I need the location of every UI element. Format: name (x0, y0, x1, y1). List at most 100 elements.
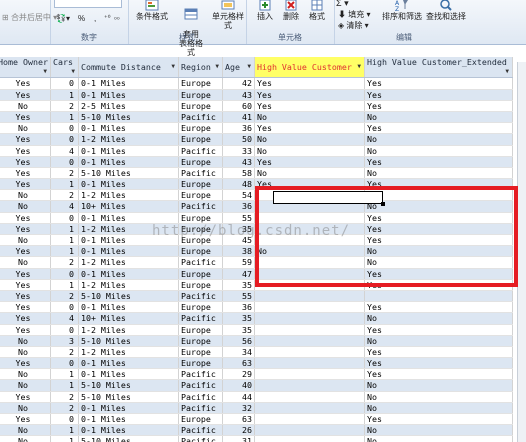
cell-age[interactable]: 44 (222, 391, 255, 403)
cell-high-value-customer-extended[interactable]: Yes (364, 324, 513, 336)
cell-region[interactable]: Pacific (178, 290, 223, 303)
filter-dropdown-icon[interactable]: ▼ (247, 62, 251, 72)
cell-high-value-customer-extended[interactable]: Yes (364, 234, 513, 247)
cell-home-owner[interactable]: Yes (0, 77, 51, 90)
cell-age[interactable]: 58 (222, 167, 255, 180)
cell-cars[interactable]: 1 (50, 279, 79, 291)
cell-home-owner[interactable]: No (0, 424, 51, 437)
cell-commute-distance[interactable]: 0-1 Miles (78, 234, 179, 247)
cell-age[interactable]: 43 (222, 156, 255, 168)
cell-age[interactable]: 35 (222, 324, 255, 336)
cell-age[interactable]: 42 (222, 77, 255, 90)
cell-cars[interactable]: 2 (50, 402, 79, 415)
cell-high-value-customer-extended[interactable]: Yes (364, 413, 513, 426)
cell-home-owner[interactable]: No (0, 335, 51, 347)
cell-commute-distance[interactable]: 1-2 Miles (78, 133, 179, 146)
cell-age[interactable]: 38 (222, 245, 255, 258)
cell-high-value-customer[interactable]: Yes (254, 89, 365, 101)
cell-region[interactable]: Pacific (178, 379, 223, 392)
cell-high-value-customer-extended[interactable] (364, 189, 513, 202)
cell-high-value-customer[interactable] (254, 402, 365, 415)
cell-cars[interactable]: 0 (50, 268, 79, 280)
cell-age[interactable]: 45 (222, 234, 255, 247)
cell-commute-distance[interactable]: 0-1 Miles (78, 156, 179, 168)
cell-home-owner[interactable]: No (0, 100, 51, 112)
cell-age[interactable]: 35 (222, 223, 255, 236)
cell-region[interactable]: Pacific (178, 435, 223, 442)
cell-home-owner[interactable]: Yes (0, 279, 51, 291)
cell-age[interactable]: 48 (222, 178, 255, 191)
fill-button[interactable]: ⬇ 填充 ▾ (338, 9, 370, 20)
cell-region[interactable]: Pacific (178, 368, 223, 381)
cell-commute-distance[interactable]: 1-2 Miles (78, 279, 179, 291)
cell-styles-button[interactable]: 单元格样式 (210, 0, 246, 30)
cell-home-owner[interactable]: No (0, 200, 51, 213)
cell-home-owner[interactable]: Yes (0, 324, 51, 336)
cell-cars[interactable]: 1 (50, 245, 79, 258)
filter-dropdown-icon[interactable]: ▼ (505, 67, 509, 77)
cell-cars[interactable]: 2 (50, 346, 79, 359)
cell-home-owner[interactable]: Yes (0, 212, 51, 224)
cell-age[interactable]: 59 (222, 256, 255, 269)
cell-commute-distance[interactable]: 5-10 Miles (78, 111, 179, 124)
cell-high-value-customer[interactable] (254, 346, 365, 359)
cell-commute-distance[interactable]: 1-2 Miles (78, 324, 179, 336)
percent-button[interactable]: % (78, 14, 85, 23)
cell-high-value-customer[interactable] (254, 391, 365, 403)
cell-region[interactable]: Pacific (178, 424, 223, 437)
cell-high-value-customer-extended[interactable]: No (364, 111, 513, 124)
cell-cars[interactable]: 2 (50, 100, 79, 112)
cell-region[interactable]: Pacific (178, 402, 223, 415)
cell-commute-distance[interactable]: 5-10 Miles (78, 335, 179, 347)
increase-decimal-icon[interactable]: ⁺⁰ (104, 14, 111, 22)
cell-high-value-customer[interactable] (254, 368, 365, 381)
cell-high-value-customer[interactable] (254, 268, 365, 280)
cell-age[interactable]: 31 (222, 435, 255, 442)
cell-region[interactable]: Europe (178, 279, 223, 291)
cell-age[interactable]: 33 (222, 145, 255, 157)
cell-high-value-customer[interactable] (254, 223, 365, 236)
cell-high-value-customer-extended[interactable]: Yes (364, 89, 513, 101)
cell-region[interactable]: Europe (178, 122, 223, 135)
cell-commute-distance[interactable]: 2-5 Miles (78, 100, 179, 112)
cell-cars[interactable]: 1 (50, 379, 79, 392)
cell-high-value-customer-extended[interactable]: Yes (364, 301, 513, 314)
cell-age[interactable]: 43 (222, 89, 255, 101)
clear-button[interactable]: ◈ 清除 ▾ (338, 20, 369, 31)
vertical-scrollbar[interactable] (517, 62, 526, 442)
find-select-button[interactable]: 查找和选择 (426, 0, 466, 21)
cell-home-owner[interactable]: Yes (0, 301, 51, 314)
cell-high-value-customer-extended[interactable]: Yes (364, 357, 513, 370)
cell-age[interactable]: 55 (222, 212, 255, 224)
cell-commute-distance[interactable]: 0-1 Miles (78, 245, 179, 258)
cell-high-value-customer[interactable] (254, 234, 365, 247)
cell-high-value-customer-extended[interactable]: Yes (364, 122, 513, 135)
cell-age[interactable]: 36 (222, 301, 255, 314)
cell-home-owner[interactable]: Yes (0, 268, 51, 280)
cell-high-value-customer[interactable]: Yes (254, 100, 365, 112)
cell-high-value-customer-extended[interactable]: Yes (364, 100, 513, 112)
cell-commute-distance[interactable]: 0-1 Miles (78, 145, 179, 157)
cell-home-owner[interactable]: Yes (0, 413, 51, 426)
cell-high-value-customer-extended[interactable]: No (364, 145, 513, 157)
cell-high-value-customer-extended[interactable]: No (364, 335, 513, 347)
cell-high-value-customer-extended[interactable]: No (364, 133, 513, 146)
cell-high-value-customer-extended[interactable]: No (364, 391, 513, 403)
cell-age[interactable]: 47 (222, 268, 255, 280)
cell-cars[interactable]: 1 (50, 223, 79, 236)
cell-home-owner[interactable]: No (0, 368, 51, 381)
cell-age[interactable]: 63 (222, 357, 255, 370)
cell-commute-distance[interactable]: 0-1 Miles (78, 89, 179, 101)
cell-cars[interactable]: 1 (50, 424, 79, 437)
cell-home-owner[interactable]: No (0, 256, 51, 269)
cell-age[interactable]: 41 (222, 111, 255, 124)
cell-high-value-customer-extended[interactable]: Yes (364, 212, 513, 224)
cell-cars[interactable]: 0 (50, 122, 79, 135)
comma-button[interactable]: , (94, 14, 96, 23)
cell-home-owner[interactable]: Yes (0, 167, 51, 180)
cell-age[interactable]: 35 (222, 312, 255, 325)
filter-dropdown-icon[interactable]: ▼ (171, 62, 175, 72)
cell-age[interactable]: 26 (222, 424, 255, 437)
cell-region[interactable]: Europe (178, 178, 223, 191)
cell-region[interactable]: Europe (178, 301, 223, 314)
